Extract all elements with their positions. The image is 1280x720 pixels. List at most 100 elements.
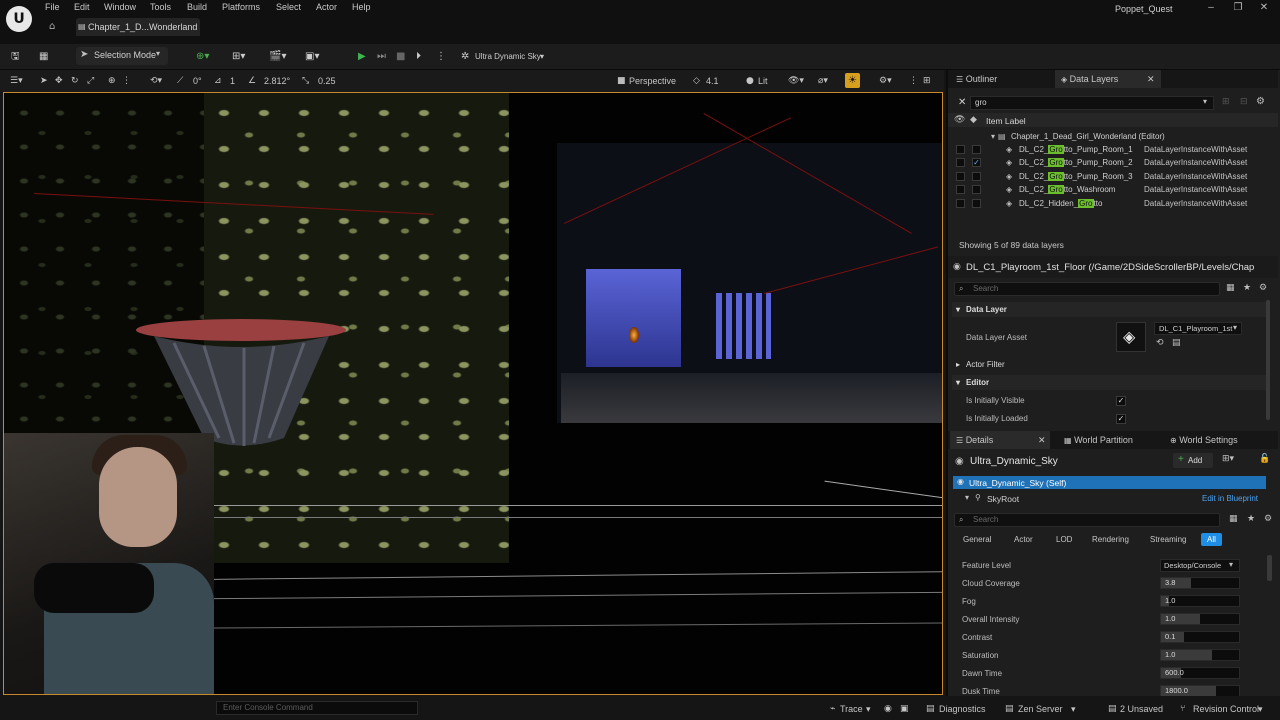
tree-root-row[interactable]: ▾ ▤ Chapter_1_Dead_Girl_Wonderland (Edit… bbox=[952, 130, 1274, 143]
component-root-row[interactable]: ▾ ⚲ SkyRoot Edit in Blueprint bbox=[953, 492, 1266, 505]
menu-tools[interactable]: Tools bbox=[150, 2, 171, 14]
fov-icon[interactable]: ◇ bbox=[693, 74, 700, 88]
tab-data-layers[interactable]: ◈ Data Layers ✕ bbox=[1055, 70, 1161, 88]
data-layer-row[interactable]: ◈ DL_C2_Grotto_Pump_Room_1 DataLayerInstan… bbox=[952, 143, 1274, 156]
layer-visibility-checkbox[interactable] bbox=[956, 198, 965, 208]
category-tab-rendering[interactable]: Rendering bbox=[1086, 533, 1135, 546]
favorite-star-icon[interactable]: ★ bbox=[1247, 514, 1255, 524]
menu-actor[interactable]: Actor bbox=[316, 2, 337, 14]
save-icon[interactable]: 🖫 bbox=[11, 49, 20, 64]
select-tool-icon[interactable]: ➤ bbox=[40, 74, 48, 88]
details-search-input[interactable]: ⌕ Search bbox=[954, 513, 1220, 527]
menu-file[interactable]: File bbox=[45, 2, 60, 14]
outliner-search-input[interactable]: gro ▾ bbox=[970, 96, 1214, 110]
grid-size-value[interactable]: 1 bbox=[230, 74, 235, 88]
tab-world-partition[interactable]: ▦ World Partition bbox=[1058, 431, 1158, 449]
surface-snap-icon[interactable]: ⋮ bbox=[122, 74, 131, 88]
rotate-tool-icon[interactable]: ↻ bbox=[71, 74, 79, 88]
snapshot-icon[interactable]: ▣ bbox=[900, 704, 909, 714]
console-input[interactable]: Enter Console Command bbox=[216, 701, 418, 715]
menu-help[interactable]: Help bbox=[352, 2, 371, 14]
grid-snap-icon[interactable]: ⟲▾ bbox=[150, 74, 162, 88]
property-slider[interactable]: 3.8 bbox=[1160, 577, 1240, 589]
layer-visibility-checkbox[interactable] bbox=[956, 171, 965, 181]
world-space-icon[interactable]: ⊕ bbox=[108, 74, 116, 88]
add-layer-icon[interactable]: ⊞ bbox=[1222, 97, 1230, 107]
tab-details[interactable]: ☰ Details ✕ bbox=[950, 431, 1050, 449]
close-tab-icon[interactable]: ✕ bbox=[1038, 431, 1046, 449]
close-tab-icon[interactable]: ✕ bbox=[1147, 70, 1155, 88]
layer-visibility-checkbox[interactable] bbox=[956, 158, 965, 168]
settings-icon[interactable]: ⚙▾ bbox=[879, 74, 892, 88]
rotation-snap-icon[interactable]: ⟋ bbox=[177, 74, 183, 88]
home-icon[interactable]: ⌂ bbox=[49, 21, 55, 32]
use-selected-icon[interactable]: ⟲ bbox=[1156, 338, 1164, 348]
section-actor-filter[interactable]: ▸ Actor Filter bbox=[952, 357, 1266, 372]
table-view-icon[interactable]: ▦ bbox=[1226, 283, 1235, 293]
favorite-star-icon[interactable]: ★ bbox=[1243, 283, 1251, 293]
close-window-icon[interactable]: ✕ bbox=[1257, 2, 1271, 14]
layer-visibility-checkbox[interactable] bbox=[956, 185, 965, 195]
revision-control-button[interactable]: Revision Control bbox=[1193, 704, 1259, 714]
initially-loaded-checkbox[interactable]: ✓ bbox=[1116, 414, 1126, 424]
feature-level-dropdown[interactable]: Desktop/Console ▾ bbox=[1160, 559, 1240, 572]
revision-chevron-icon[interactable]: ▾ bbox=[1258, 704, 1263, 715]
scale-tool-icon[interactable]: ⤢ bbox=[87, 74, 94, 88]
menu-edit[interactable]: Edit bbox=[74, 2, 90, 14]
modes-icon[interactable]: ▣▾ bbox=[305, 49, 319, 64]
menu-select[interactable]: Select bbox=[276, 2, 301, 14]
asset-picker[interactable]: DL_C1_Playroom_1st ▾ bbox=[1154, 322, 1242, 335]
lit-mode-dropdown[interactable]: Lit bbox=[758, 74, 768, 88]
diagnostics-button[interactable]: Diagnostics bbox=[939, 704, 986, 714]
details-settings-icon[interactable]: ⚙ bbox=[1259, 283, 1267, 293]
category-tab-lod[interactable]: LOD bbox=[1050, 533, 1078, 546]
blueprint-options-icon[interactable]: ⊞▾ bbox=[1222, 454, 1234, 464]
selection-mode-button[interactable]: ➤ Selection Mode ▾ bbox=[76, 47, 168, 65]
stop-icon[interactable]: ■ bbox=[396, 49, 405, 64]
data-layer-search-input[interactable]: ⌕ Search bbox=[954, 282, 1220, 296]
add-component-button[interactable]: + Add bbox=[1173, 453, 1213, 468]
cinematics-icon[interactable]: 🎬▾ bbox=[269, 49, 286, 64]
tab-world-settings[interactable]: ⊕ World Settings bbox=[1164, 431, 1274, 449]
more-options-icon[interactable]: ⋮ bbox=[436, 49, 446, 64]
performance-icon[interactable]: ⌀▾ bbox=[818, 74, 828, 88]
layer-loaded-checkbox[interactable] bbox=[972, 198, 981, 208]
perspective-dropdown[interactable]: Perspective bbox=[629, 74, 676, 88]
clear-search-icon[interactable]: ✕ bbox=[958, 97, 966, 108]
property-slider[interactable]: 600.0 bbox=[1160, 667, 1240, 679]
item-label-header[interactable]: Item Label bbox=[986, 116, 1026, 126]
category-tab-actor[interactable]: Actor bbox=[1008, 533, 1039, 546]
play-icon[interactable]: ▶ bbox=[358, 49, 366, 64]
data-layer-row[interactable]: ◈ DL_C2_Hidden_Grotto DataLayerInstanceWit… bbox=[952, 197, 1274, 210]
viewport-options-icon[interactable]: ⋮ bbox=[909, 74, 918, 88]
initially-visible-checkbox[interactable]: ✓ bbox=[1116, 396, 1126, 406]
simulate-icon[interactable]: ⏵ bbox=[416, 49, 421, 64]
data-layer-row[interactable]: ◈ DL_C2_Grotto_Pump_Room_3 DataLayerInstan… bbox=[952, 170, 1274, 183]
layer-visibility-checkbox[interactable] bbox=[956, 145, 965, 154]
property-slider[interactable]: 1.0 bbox=[1160, 613, 1240, 625]
layer-loaded-checkbox[interactable] bbox=[972, 185, 981, 195]
menu-build[interactable]: Build bbox=[187, 2, 207, 14]
record-icon[interactable]: ◉ bbox=[884, 704, 892, 714]
content-browser-icon[interactable]: ▦ bbox=[39, 49, 48, 64]
details-scrollbar[interactable] bbox=[1266, 300, 1270, 420]
section-data-layer[interactable]: ▾ Data Layer bbox=[952, 302, 1266, 317]
expand-icon[interactable]: ▾ bbox=[991, 130, 995, 143]
sky-dropdown-label[interactable]: Ultra Dynamic Sky bbox=[475, 49, 541, 64]
data-layer-row[interactable]: ✓ ◈ DL_C2_Grotto_Pump_Room_2 DataLayerInsta… bbox=[952, 156, 1274, 169]
category-tab-all[interactable]: All bbox=[1201, 533, 1222, 546]
menu-platforms[interactable]: Platforms bbox=[222, 2, 260, 14]
category-tab-streaming[interactable]: Streaming bbox=[1144, 533, 1192, 546]
menu-window[interactable]: Window bbox=[104, 2, 136, 14]
angle-snap-icon[interactable]: ∠ bbox=[248, 74, 256, 88]
search-dropdown-icon[interactable]: ▾ bbox=[1203, 97, 1207, 106]
level-viewport[interactable] bbox=[3, 92, 943, 695]
data-layer-row[interactable]: ◈ DL_C2_Grotto_Washroom DataLayerInstanceW… bbox=[952, 183, 1274, 196]
section-editor[interactable]: ▾ Editor bbox=[952, 375, 1266, 390]
grid-size-icon[interactable]: ⊿ bbox=[214, 74, 222, 88]
property-slider[interactable]: 0.1 bbox=[1160, 631, 1240, 643]
blueprint-icon[interactable]: ⊞▾ bbox=[232, 49, 245, 64]
edit-in-blueprint-link[interactable]: Edit in Blueprint bbox=[1202, 494, 1258, 503]
layer-loaded-checkbox[interactable]: ✓ bbox=[972, 158, 981, 168]
category-tab-general[interactable]: General bbox=[957, 533, 997, 546]
